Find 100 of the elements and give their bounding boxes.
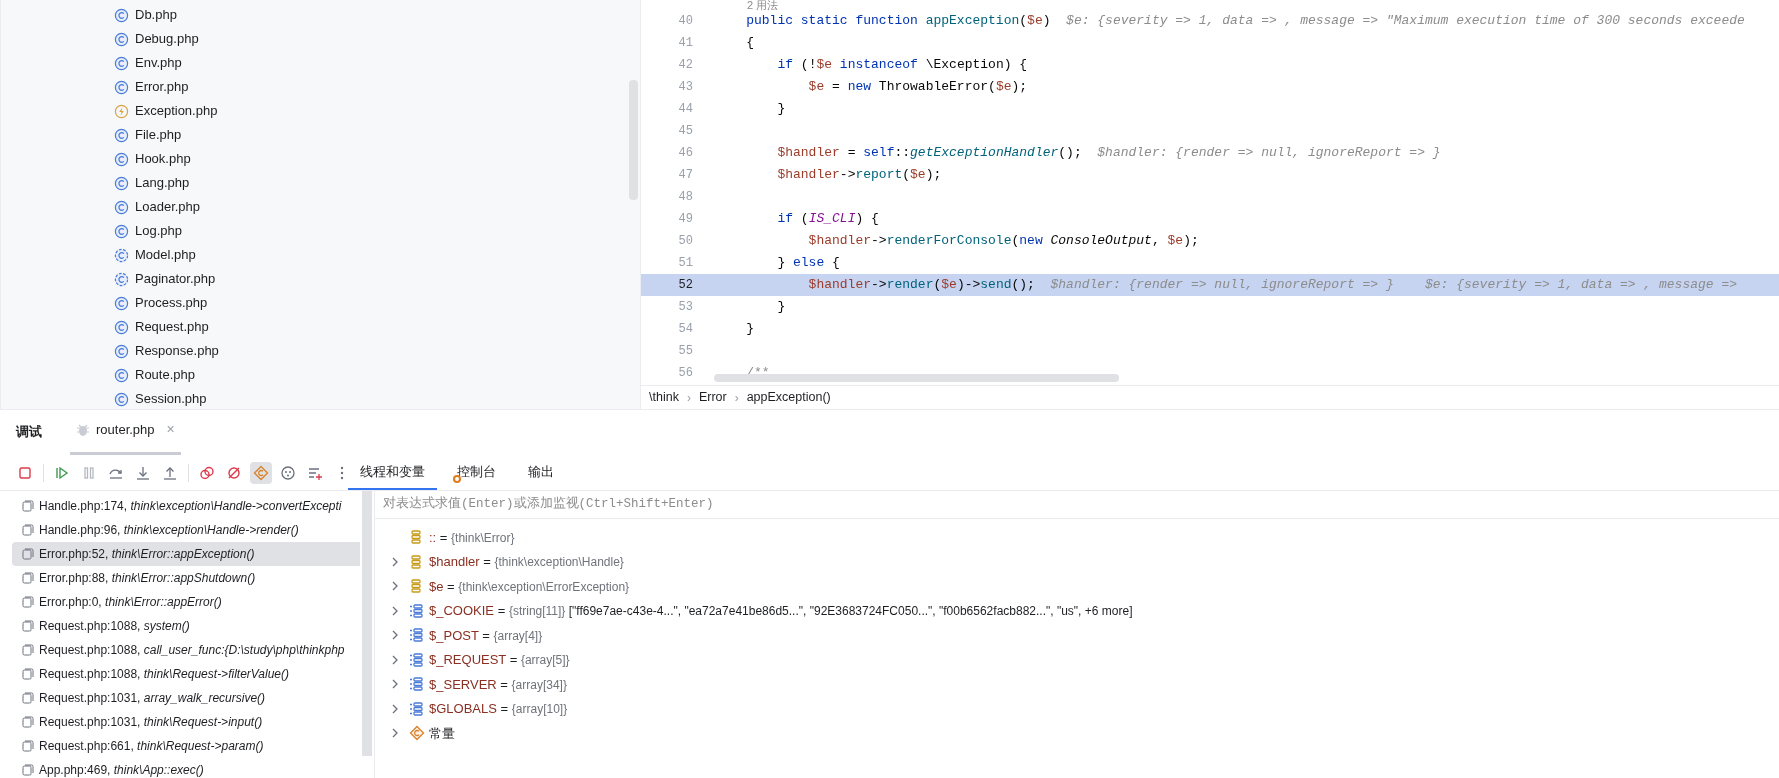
file-tree-item[interactable]: Db.php: [1, 3, 181, 27]
file-tree-item[interactable]: Process.php: [1, 291, 212, 315]
variable-row[interactable]: $_COOKIE = {string[11]} ["ff69e7ae-c43e-4...", "ea72a7e41be86d5...", "92E3683724FC050...", "f00b6562facb882...", "us", +6 more]: [375, 598, 1141, 623]
line-number: 49: [677, 211, 693, 228]
breadcrumb-separator: ›: [734, 389, 739, 407]
horizontal-scrollbar[interactable]: [714, 374, 1119, 382]
frame-icon: [22, 716, 34, 728]
line-number: 55: [677, 343, 693, 360]
code-line: $handler->render($e)->send(); $handler: {render => null, ignoreReport => } $e: {severity => 1, data => , message =>: [807, 276, 1738, 295]
array-icon: [409, 701, 423, 716]
code-line: }: [745, 320, 754, 339]
session-tab[interactable]: router.php ×: [70, 419, 181, 455]
breadcrumb-item[interactable]: appException(): [746, 388, 831, 407]
stack-frame[interactable]: Error.php:88, think\Error::appShutdown(): [12, 566, 360, 590]
stack-frame[interactable]: Error.php:52, think\Error::appException(): [12, 542, 360, 566]
breadcrumb-separator: ›: [686, 389, 691, 407]
stack-frame[interactable]: Request.php:1088, system(): [12, 614, 360, 638]
class-icon: [114, 295, 129, 311]
code-line: $handler->report($e);: [776, 166, 942, 185]
frame-icon: [22, 596, 34, 608]
file-tree-item[interactable]: Model.php: [1, 243, 200, 267]
variable-row[interactable]: $GLOBALS = {array[10]}: [375, 696, 576, 721]
variable-row[interactable]: $handler = {think\exception\Handle}: [375, 549, 632, 574]
file-tree-item[interactable]: Exception.php: [1, 99, 222, 123]
chevron-icon[interactable]: [391, 728, 399, 739]
frame-label: Handle.php:174, think\exception\Handle->convertExcepti: [39, 498, 342, 515]
variable-row[interactable]: 常量: [375, 721, 463, 746]
variable-row[interactable]: $_REQUEST = {array[5]}: [375, 647, 578, 672]
chevron-icon[interactable]: [391, 654, 399, 665]
chevron-icon[interactable]: [391, 679, 399, 690]
frame-label: Request.php:1031, think\Request->input(): [39, 714, 263, 731]
line-number: 56: [677, 365, 693, 382]
stack-frame[interactable]: Request.php:1088, call_user_func:{D:\study\php\thinkphp: [12, 638, 360, 662]
class-icon: [114, 343, 129, 359]
stack-frame[interactable]: Request.php:1031, array_walk_recursive(): [12, 686, 360, 710]
file-tree-item[interactable]: Debug.php: [1, 27, 203, 51]
code-line: } else {: [776, 254, 840, 273]
chevron-icon[interactable]: [391, 556, 399, 567]
file-tree-item[interactable]: File.php: [1, 123, 186, 147]
code-line: $handler->renderForConsole(new ConsoleOutput, $e);: [807, 232, 1199, 251]
class-icon: [114, 175, 129, 191]
file-tree-item[interactable]: Response.php: [1, 339, 223, 363]
chevron-icon[interactable]: [391, 605, 399, 616]
variable-row[interactable]: $e = {think\exception\ErrorException}: [375, 574, 638, 599]
class-icon: [114, 151, 129, 167]
file-tree-item[interactable]: Session.php: [1, 387, 211, 411]
frame-icon: [22, 644, 34, 656]
file-tree-item[interactable]: Hook.php: [1, 147, 195, 171]
stack-frame[interactable]: Handle.php:174, think\exception\Handle->convertExcepti: [12, 494, 360, 518]
breadcrumb-item[interactable]: \think: [649, 388, 679, 407]
class-icon: [114, 55, 129, 71]
variable-text: $_POST = {array[4]}: [429, 626, 543, 645]
file-tree-item[interactable]: Loader.php: [1, 195, 205, 219]
class-icon: [114, 7, 129, 23]
class-icon: [114, 319, 129, 335]
array-icon: [409, 628, 423, 643]
stack-frame[interactable]: Handle.php:96, think\exception\Handle->render(): [12, 518, 360, 542]
stack-frame[interactable]: Request.php:1031, think\Request->input(): [12, 710, 360, 734]
chevron-icon[interactable]: [391, 630, 399, 641]
variable-row[interactable]: $_SERVER = {array[34]}: [375, 672, 575, 697]
file-tree-item[interactable]: Lang.php: [1, 171, 194, 195]
line-number: 42: [677, 57, 693, 74]
file-tree-item[interactable]: Env.php: [1, 51, 186, 75]
panel-tab[interactable]: 输出: [516, 455, 566, 490]
variable-row[interactable]: $_POST = {array[4]}: [375, 623, 551, 648]
stack-frame[interactable]: App.php:469, think\App::exec(): [12, 758, 360, 778]
scrollbar[interactable]: [629, 80, 638, 200]
frame-label: Handle.php:96, think\exception\Handle->render(): [39, 522, 299, 539]
code-line: if (!$e instanceof \Exception) {: [776, 56, 1028, 75]
file-tree-item[interactable]: Request.php: [1, 315, 213, 339]
chevron-icon[interactable]: [391, 703, 399, 714]
stack-frame[interactable]: Error.php:0, think\Error::appError(): [12, 590, 360, 614]
file-tree-item[interactable]: Route.php: [1, 363, 199, 387]
variable-text: $handler = {think\exception\Handle}: [429, 553, 624, 571]
stack-frame[interactable]: Request.php:661, think\Request->param(): [12, 734, 360, 758]
variable-text: $_REQUEST = {array[5]}: [429, 651, 570, 669]
file-tree-item[interactable]: Log.php: [1, 219, 186, 243]
code-line: public static function appException($e) $e: {severity => 1, data => , message => "Maximum execution time of 300 seconds exceede: [745, 12, 1745, 31]
line-number: 51: [677, 255, 693, 272]
chevron-icon[interactable]: [391, 581, 399, 592]
line-number: 45: [677, 123, 693, 140]
variable-row[interactable]: :: = {think\Error}: [375, 525, 523, 550]
panel-tab[interactable]: 线程和变量: [348, 455, 437, 490]
frame-icon: [22, 764, 34, 776]
usages-hint[interactable]: 2 用法: [747, 0, 779, 11]
code-line: }: [776, 100, 786, 119]
file-tree-item[interactable]: Error.php: [1, 75, 193, 99]
variable-text: $GLOBALS = {array[10]}: [429, 700, 568, 718]
line-number: 41: [677, 35, 693, 52]
array-icon: [409, 652, 423, 667]
evaluate-field[interactable]: 对表达式求值(Enter)或添加监视(Ctrl+Shift+Enter): [383, 495, 983, 514]
class-icon: [114, 79, 129, 95]
line-number: 47: [677, 167, 693, 184]
line-number: 44: [677, 101, 693, 118]
frame-label: Request.php:1031, array_walk_recursive(): [39, 690, 266, 707]
breadcrumb-item[interactable]: Error: [698, 388, 727, 407]
frame-icon: [22, 572, 34, 584]
file-tree-item[interactable]: Paginator.php: [1, 267, 220, 291]
stack-frame[interactable]: Request.php:1088, think\Request->filterValue(): [12, 662, 360, 686]
scrollbar[interactable]: [362, 491, 372, 756]
